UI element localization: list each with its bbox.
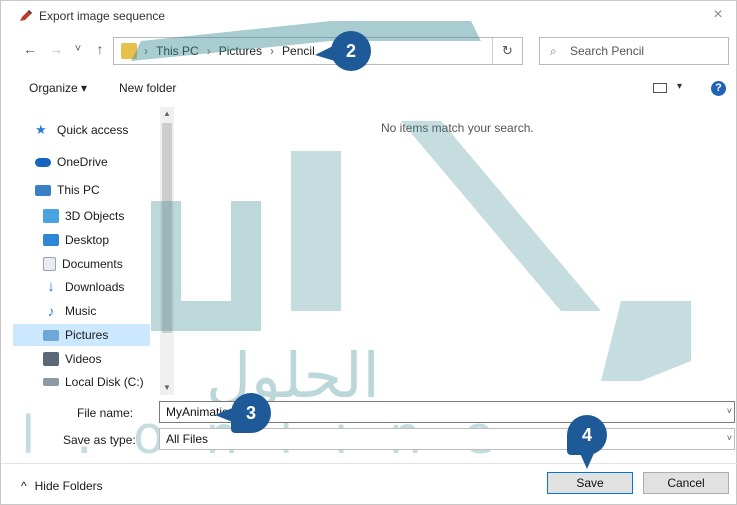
navigation-pane: ★ Quick access OneDrive This PC 3D Objec… xyxy=(13,107,174,395)
address-bar[interactable]: › This PC › Pictures › Pencil ˅ ↻ xyxy=(113,37,582,65)
sidebar-item-label: 3D Objects xyxy=(65,209,125,223)
breadcrumb-this-pc[interactable]: This PC xyxy=(156,44,199,58)
callout-marker-2: 2 xyxy=(331,31,371,71)
hide-folders-label: Hide Folders xyxy=(34,479,103,493)
pencil-app-icon xyxy=(20,10,32,21)
breadcrumb-separator: › xyxy=(270,44,275,58)
search-icon: ⌕ xyxy=(550,44,557,58)
sidebar-item-label: Videos xyxy=(65,352,102,366)
save-type-value: All Files xyxy=(166,432,209,446)
export-dialog: Export image sequence × ← → ˅ ↑ › This P… xyxy=(0,0,737,505)
sidebar-item-label: Desktop xyxy=(65,233,110,247)
sidebar-item-label: Downloads xyxy=(65,280,125,294)
sidebar-item-label: Pictures xyxy=(65,328,109,342)
disk-icon xyxy=(43,378,59,386)
sidebar-item-label: Quick access xyxy=(57,123,129,137)
folder-icon xyxy=(121,43,137,59)
chevron-up-icon: ^ xyxy=(21,479,27,493)
callout-marker-3: 3 xyxy=(231,393,271,433)
cloud-icon xyxy=(35,157,51,167)
save-type-row: Save as type: All Files ˅ xyxy=(1,428,737,452)
title-bar: Export image sequence × xyxy=(1,1,737,31)
search-box[interactable]: ⌕ xyxy=(539,37,729,65)
computer-icon xyxy=(35,184,51,196)
view-dropdown-icon[interactable]: ▾ xyxy=(677,81,682,92)
organize-button[interactable]: Organize ▾ xyxy=(29,81,87,95)
nav-scrollbar[interactable]: ▲ ▼ xyxy=(160,107,174,395)
save-type-label: Save as type: xyxy=(63,433,136,447)
callout-marker-4: 4 xyxy=(567,415,607,455)
breadcrumb-pictures[interactable]: Pictures xyxy=(219,44,262,58)
cancel-button[interactable]: Cancel xyxy=(643,472,729,494)
view-options-icon[interactable] xyxy=(653,83,667,93)
sidebar-item-label: OneDrive xyxy=(57,155,108,169)
sidebar-item-label: Music xyxy=(65,304,97,318)
sidebar-item-label: Documents xyxy=(62,257,123,271)
bottom-bar: ^ Hide Folders Save Cancel xyxy=(1,463,737,505)
hide-folders-button[interactable]: ^ Hide Folders xyxy=(21,479,103,493)
up-arrow-icon[interactable]: ↑ xyxy=(91,41,109,57)
forward-arrow-icon[interactable]: → xyxy=(47,41,65,57)
save-button[interactable]: Save xyxy=(547,472,633,494)
sidebar-item-label: This PC xyxy=(57,183,100,197)
scroll-down-icon[interactable]: ▼ xyxy=(160,381,174,395)
scroll-up-icon[interactable]: ▲ xyxy=(160,107,174,121)
breadcrumb-pencil[interactable]: Pencil xyxy=(282,44,315,58)
breadcrumb: › This PC › Pictures › Pencil xyxy=(144,44,315,58)
back-arrow-icon[interactable]: ← xyxy=(21,41,39,57)
sidebar-item-this-pc[interactable]: This PC xyxy=(35,179,173,201)
sidebar-item-onedrive[interactable]: OneDrive xyxy=(35,151,173,173)
file-name-label: File name: xyxy=(77,406,134,420)
chevron-down-icon[interactable]: ˅ xyxy=(727,406,732,416)
download-icon: ↓ xyxy=(47,278,55,295)
command-toolbar: Organize ▾ New folder ▾ ? xyxy=(1,75,737,101)
desktop-icon xyxy=(43,234,59,246)
window-title: Export image sequence xyxy=(39,9,166,23)
search-input[interactable] xyxy=(570,42,720,60)
breadcrumb-separator: › xyxy=(144,44,148,58)
recent-locations-icon[interactable]: ˅ xyxy=(69,43,87,55)
file-name-row: File name: ˅ xyxy=(1,401,737,425)
document-icon xyxy=(43,257,56,271)
help-icon[interactable]: ? xyxy=(711,81,726,96)
pictures-icon xyxy=(43,329,59,341)
refresh-icon[interactable]: ↻ xyxy=(492,38,522,64)
star-icon: ★ xyxy=(35,122,47,137)
cube-icon xyxy=(43,209,59,223)
empty-folder-message: No items match your search. xyxy=(381,121,534,135)
chevron-down-icon[interactable]: ˅ xyxy=(727,433,732,443)
close-icon[interactable]: × xyxy=(708,6,728,24)
video-icon xyxy=(43,352,59,366)
music-icon: ♪ xyxy=(47,303,55,319)
sidebar-item-quick-access[interactable]: ★ Quick access xyxy=(35,119,173,141)
breadcrumb-separator: › xyxy=(206,44,211,58)
scroll-thumb[interactable] xyxy=(162,123,172,333)
sidebar-item-label: Local Disk (C:) xyxy=(65,375,144,389)
new-folder-button[interactable]: New folder xyxy=(119,81,176,95)
sidebar-item-pictures[interactable]: Pictures xyxy=(13,324,150,346)
